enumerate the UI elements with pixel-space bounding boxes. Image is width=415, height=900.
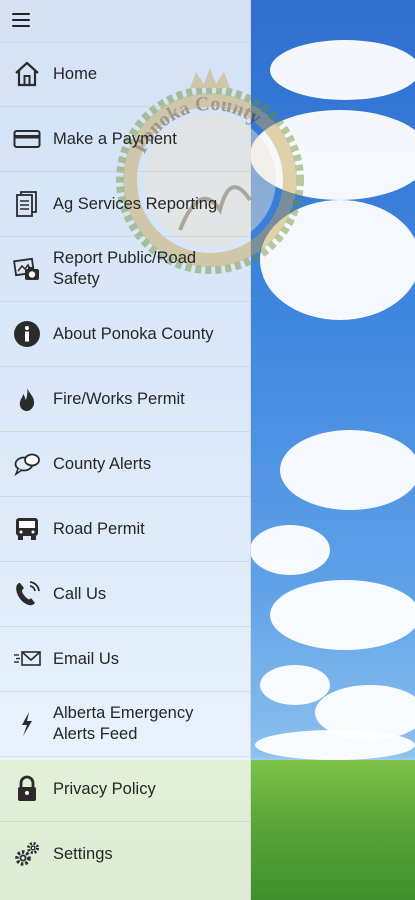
- menu-item-report-public-road-safety[interactable]: Report Public/Road Safety: [0, 237, 250, 302]
- cloud: [270, 580, 415, 650]
- menu-item-label: Email Us: [53, 649, 120, 668]
- menu-item-label: Ag Services Reporting: [53, 194, 218, 213]
- lightning-icon: [12, 709, 42, 739]
- menu-item-call-us[interactable]: Call Us: [0, 562, 250, 627]
- menu-item-label: County Alerts: [53, 454, 152, 473]
- cloud: [260, 665, 330, 705]
- phone-icon: [12, 579, 42, 609]
- menu-item-alberta-emergency-alerts-feed[interactable]: Alberta Emergency Alerts Feed: [0, 692, 250, 757]
- menu-item-label: Report Public/Road Safety: [53, 249, 197, 288]
- menu-item-label: Call Us: [53, 584, 107, 603]
- menu-item-home[interactable]: Home: [0, 42, 250, 107]
- camera-report-icon: [12, 254, 42, 284]
- menu-item-label: About Ponoka County: [53, 324, 214, 343]
- menu-item-about-ponoka-county[interactable]: About Ponoka County: [0, 302, 250, 367]
- info-icon: [12, 319, 42, 349]
- menu-item-ag-services-reporting[interactable]: Ag Services Reporting: [0, 172, 250, 237]
- lock-icon: [12, 774, 42, 804]
- cloud: [250, 525, 330, 575]
- menu-item-email-us[interactable]: Email Us: [0, 627, 250, 692]
- menu-item-county-alerts[interactable]: County Alerts: [0, 432, 250, 497]
- truck-icon: [12, 514, 42, 544]
- menu-item-label: Fire/Works Permit: [53, 389, 185, 408]
- menu-item-label: Road Permit: [53, 519, 145, 538]
- navigation-menu: Home Make a Payment Ag Services Reportin…: [0, 42, 250, 886]
- hamburger-icon[interactable]: [12, 13, 30, 27]
- menu-item-label: Privacy Policy: [53, 779, 156, 798]
- menu-item-fire-works-permit[interactable]: Fire/Works Permit: [0, 367, 250, 432]
- menu-item-label: Settings: [53, 844, 113, 863]
- menu-item-label: Alberta Emergency Alerts Feed: [53, 704, 194, 743]
- menu-item-label: Make a Payment: [53, 129, 177, 148]
- menu-item-privacy-policy[interactable]: Privacy Policy: [0, 757, 250, 822]
- drawer-header: [0, 0, 250, 43]
- home-icon: [12, 59, 42, 89]
- cloud: [280, 430, 415, 510]
- chat-bubbles-icon: [12, 449, 42, 479]
- document-icon: [12, 189, 42, 219]
- cloud: [255, 730, 415, 760]
- menu-item-make-a-payment[interactable]: Make a Payment: [0, 107, 250, 172]
- envelope-icon: [12, 644, 42, 674]
- flame-icon: [12, 384, 42, 414]
- menu-item-road-permit[interactable]: Road Permit: [0, 497, 250, 562]
- menu-item-settings[interactable]: Settings: [0, 822, 250, 886]
- gears-icon: [12, 839, 42, 869]
- navigation-drawer: Ponoka County Home Make a Payment Ag Ser…: [0, 0, 304, 900]
- credit-card-icon: [12, 124, 42, 154]
- menu-item-label: Home: [53, 64, 98, 83]
